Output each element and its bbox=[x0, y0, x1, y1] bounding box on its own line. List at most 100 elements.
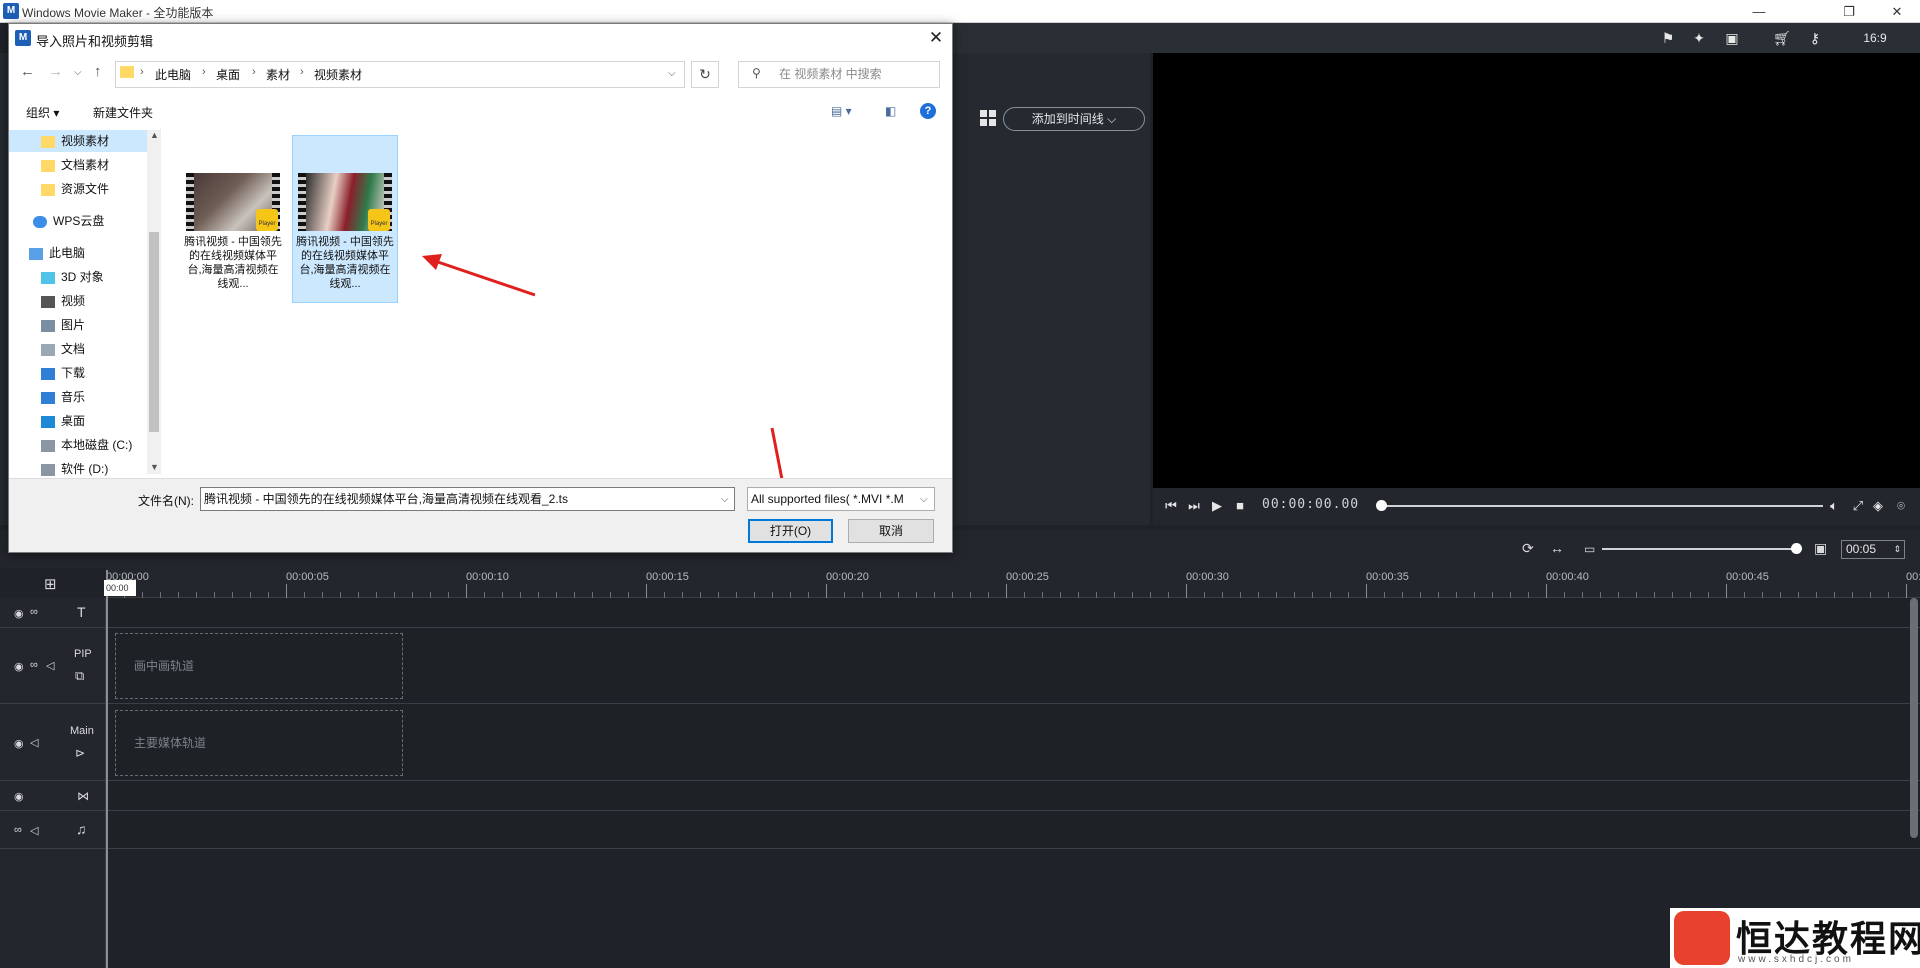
star-icon[interactable]: ✦ bbox=[1689, 28, 1709, 48]
ruler-tick-label: 00:00:35 bbox=[1366, 571, 1409, 583]
nav-item-drive-d[interactable]: 软件 (D:) bbox=[41, 458, 108, 480]
refresh-button[interactable]: ↻ bbox=[691, 61, 719, 88]
address-bar[interactable] bbox=[115, 61, 685, 88]
seek-handle[interactable] bbox=[1376, 500, 1387, 511]
restore-icon[interactable]: ❐ bbox=[1826, 0, 1872, 23]
crumb-video-material[interactable]: 视频素材 bbox=[314, 66, 362, 83]
audio-track[interactable] bbox=[106, 811, 1920, 849]
link-icon[interactable]: ∞ bbox=[30, 659, 38, 671]
new-folder-button[interactable]: 新建文件夹 bbox=[93, 104, 153, 121]
download-icon bbox=[41, 367, 55, 380]
fullscreen-icon[interactable]: ⤢ bbox=[1850, 498, 1866, 514]
nav-item-pictures[interactable]: 图片 bbox=[41, 314, 85, 336]
nav-label: 视频素材 bbox=[61, 134, 110, 148]
nav-item-video-material[interactable]: 视频素材 bbox=[41, 130, 109, 152]
organize-button[interactable]: 组织 ▾ bbox=[26, 104, 59, 121]
filename-dropdown-icon[interactable]: ⌵ bbox=[721, 494, 729, 505]
text-track-icon: T bbox=[77, 604, 86, 620]
zoom-in-icon[interactable]: ▣ bbox=[1814, 540, 1827, 557]
add-track-icon[interactable]: ⊞ bbox=[44, 575, 57, 593]
nav-item-3d-objects[interactable]: 3D 对象 bbox=[41, 266, 104, 288]
volume-icon[interactable]: 🔈︎ bbox=[1826, 498, 1842, 514]
scroll-up-icon[interactable]: ▲ bbox=[150, 130, 159, 140]
crumb-this-pc[interactable]: 此电脑 bbox=[155, 66, 191, 83]
nav-item-this-pc[interactable]: 此电脑 bbox=[29, 242, 85, 264]
view-mode-icon[interactable]: ▤ ▾ bbox=[831, 104, 852, 118]
nav-item-downloads[interactable]: 下载 bbox=[41, 362, 85, 384]
zoom-handle[interactable] bbox=[1791, 543, 1802, 554]
dialog-close-icon[interactable]: ✕ bbox=[922, 26, 950, 50]
nav-scroll-thumb[interactable] bbox=[149, 232, 159, 432]
snapshot-icon[interactable]: ⌾ bbox=[1893, 498, 1909, 514]
fill-icon[interactable]: ◈ bbox=[1870, 498, 1886, 514]
address-dropdown-icon[interactable]: ⌵ bbox=[668, 68, 676, 79]
pip-drop-zone[interactable]: 画中画轨道 bbox=[115, 633, 403, 699]
eye-icon[interactable]: ◉ bbox=[14, 737, 24, 750]
playhead-marker[interactable]: 00:00 bbox=[104, 580, 136, 596]
text-track[interactable] bbox=[106, 598, 1920, 628]
ruler-tick-label: 00:00:20 bbox=[826, 571, 869, 583]
nav-item-wps-cloud[interactable]: WPS云盘 bbox=[33, 210, 104, 232]
duration-field[interactable]: 00:05 ⇕ bbox=[1841, 540, 1905, 559]
step-icon[interactable]: ⏭ bbox=[1186, 498, 1202, 514]
aspect-ratio-icon[interactable]: 16:9 bbox=[1860, 28, 1890, 48]
nav-label: 视频 bbox=[61, 294, 86, 308]
ruler-tick-label: 00:00:30 bbox=[1186, 571, 1229, 583]
filename-input[interactable]: 腾讯视频 - 中国领先的在线视频媒体平台,海量高清视频在线观看_2.ts bbox=[200, 487, 735, 511]
nav-item-videos[interactable]: 视频 bbox=[41, 290, 85, 312]
scroll-down-icon[interactable]: ▼ bbox=[150, 462, 159, 472]
recent-dropdown-icon[interactable]: ⌵ bbox=[74, 67, 82, 78]
minimize-icon[interactable]: — bbox=[1736, 0, 1782, 23]
transition-track[interactable] bbox=[106, 781, 1920, 811]
grid-view-icon[interactable] bbox=[980, 110, 996, 126]
nav-item-resource-files[interactable]: 资源文件 bbox=[41, 178, 109, 200]
cart-icon[interactable]: 🛒︎ bbox=[1772, 28, 1792, 48]
play-icon[interactable]: ▶ bbox=[1209, 498, 1225, 514]
nav-item-desktop[interactable]: 桌面 bbox=[41, 410, 85, 432]
loop-icon[interactable]: ⟳ bbox=[1522, 540, 1534, 557]
eye-icon[interactable]: ◉ bbox=[14, 660, 24, 673]
filetype-dropdown-icon[interactable]: ⌵ bbox=[920, 494, 928, 505]
help-icon[interactable]: ? bbox=[920, 103, 936, 119]
file-item-2[interactable]: Player 腾讯视频 - 中国领先的在线视频媒体平台,海量高清视频在线观... bbox=[292, 135, 398, 303]
crumb-desktop[interactable]: 桌面 bbox=[216, 66, 240, 83]
up-icon[interactable]: ↑ bbox=[94, 63, 102, 80]
search-input[interactable]: 在 视频素材 中搜索 bbox=[738, 61, 940, 88]
speaker-icon[interactable]: ◁ bbox=[46, 659, 54, 672]
nav-item-drive-c[interactable]: 本地磁盘 (C:) bbox=[41, 434, 132, 456]
ruler-tick bbox=[826, 584, 827, 598]
close-app-icon[interactable]: ✕ bbox=[1874, 0, 1920, 23]
zoom-out-icon[interactable]: ▭ bbox=[1584, 542, 1595, 556]
speaker-icon[interactable]: ◁ bbox=[30, 736, 38, 749]
link-icon[interactable]: ∞ bbox=[14, 824, 22, 836]
open-button[interactable]: 打开(O) bbox=[748, 519, 833, 543]
zoom-slider[interactable] bbox=[1602, 548, 1796, 550]
nav-item-music[interactable]: 音乐 bbox=[41, 386, 85, 408]
back-icon[interactable]: ← bbox=[20, 63, 35, 80]
main-drop-zone[interactable]: 主要媒体轨道 bbox=[115, 710, 403, 776]
eye-icon[interactable]: ◉ bbox=[14, 790, 24, 803]
speaker-icon[interactable]: ◁ bbox=[30, 824, 38, 837]
stop-icon[interactable]: ■ bbox=[1232, 498, 1248, 513]
stepper-icon[interactable]: ⇕ bbox=[1893, 541, 1901, 558]
file-item-1[interactable]: Player 腾讯视频 - 中国领先的在线视频媒体平台,海量高清视频在线观... bbox=[180, 135, 286, 303]
nav-item-doc-material[interactable]: 文档素材 bbox=[41, 154, 109, 176]
cancel-button[interactable]: 取消 bbox=[848, 519, 934, 543]
save-icon[interactable]: ▣ bbox=[1722, 28, 1742, 48]
app-titlebar bbox=[0, 0, 1920, 23]
filetype-select[interactable]: All supported files( *.MVI *.M bbox=[747, 487, 935, 511]
key-icon[interactable]: ⚷ bbox=[1805, 28, 1825, 48]
fit-width-icon[interactable]: ↔ bbox=[1550, 540, 1564, 556]
pin-icon[interactable]: ⚑ bbox=[1658, 28, 1678, 48]
timeline-scrollbar[interactable] bbox=[1910, 598, 1918, 838]
add-to-timeline-button[interactable]: 添加到时间线 ⌵ bbox=[1003, 107, 1145, 131]
playhead-line[interactable] bbox=[106, 570, 108, 968]
link-icon[interactable]: ∞ bbox=[30, 606, 38, 618]
seek-bar[interactable] bbox=[1381, 505, 1823, 507]
forward-icon[interactable]: → bbox=[48, 63, 63, 80]
nav-item-documents[interactable]: 文档 bbox=[41, 338, 85, 360]
preview-pane-icon[interactable]: ◧ bbox=[885, 104, 896, 118]
crumb-material[interactable]: 素材 bbox=[266, 66, 290, 83]
eye-icon[interactable]: ◉ bbox=[14, 607, 24, 620]
prev-frame-icon[interactable]: ⏮ bbox=[1163, 498, 1179, 514]
